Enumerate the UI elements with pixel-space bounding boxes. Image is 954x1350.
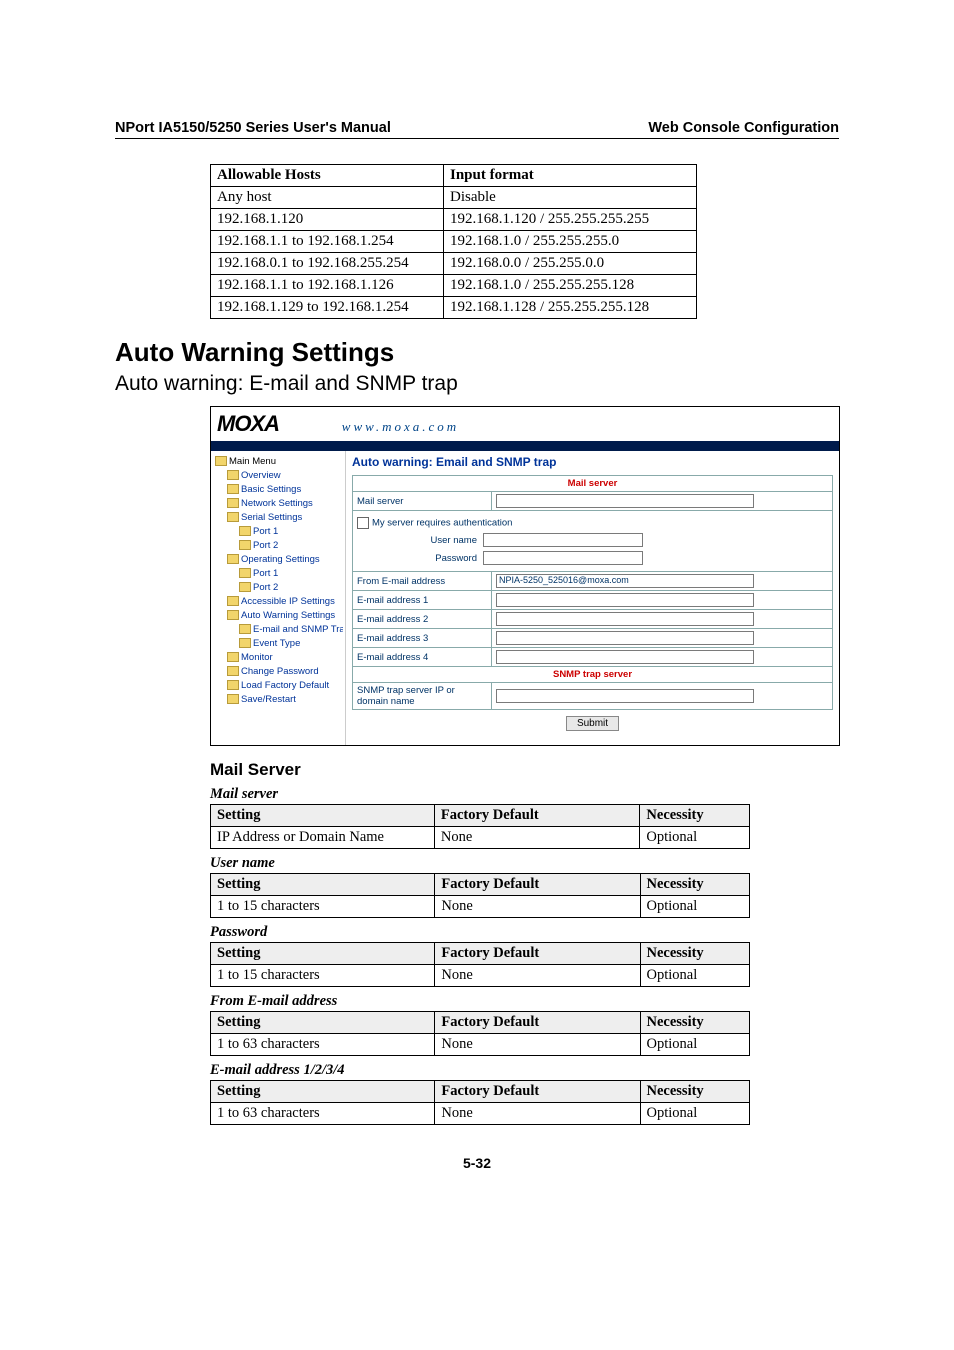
nav-op-port1[interactable]: Port 1 [215, 567, 343, 581]
email3-label: E-mail address 3 [353, 629, 492, 648]
th-format: Input format [444, 165, 697, 187]
nav-auto-warning[interactable]: Auto Warning Settings [215, 609, 343, 623]
nav-change-password[interactable]: Change Password [215, 665, 343, 679]
password-label: Password [357, 553, 483, 564]
mail-server-heading: Mail server [353, 476, 833, 492]
mail-server-section-heading: Mail Server [210, 760, 839, 780]
from-email-input[interactable]: NPIA-5250_525016@moxa.com [496, 574, 754, 588]
nav-tree: Main Menu Overview Basic Settings Networ… [211, 451, 346, 745]
allowable-hosts-table: Allowable Hosts Input format Any hostDis… [210, 164, 697, 319]
table-row: 192.168.1.129 to 192.168.1.254192.168.1.… [211, 297, 697, 319]
nav-network-settings[interactable]: Network Settings [215, 497, 343, 511]
email4-input[interactable] [496, 650, 754, 664]
nav-op-port2[interactable]: Port 2 [215, 581, 343, 595]
snmp-label: SNMP trap server IP or domain name [353, 683, 492, 710]
nav-serial-port1[interactable]: Port 1 [215, 525, 343, 539]
nav-root[interactable]: Main Menu [215, 455, 343, 469]
email2-input[interactable] [496, 612, 754, 626]
section-title: Auto Warning Settings [115, 337, 839, 368]
nav-serial-settings[interactable]: Serial Settings [215, 511, 343, 525]
table-row: 192.168.1.1 to 192.168.1.126192.168.1.0 … [211, 275, 697, 297]
user-name-label: User name [357, 535, 483, 546]
mail-server-input[interactable] [496, 494, 754, 508]
table-row: 192.168.1.1 to 192.168.1.254192.168.1.0 … [211, 231, 697, 253]
nav-email-snmp[interactable]: E-mail and SNMP Trap [215, 623, 343, 637]
setting-title-2: Password [210, 924, 839, 941]
table-row: Any hostDisable [211, 187, 697, 209]
nav-load-factory-default[interactable]: Load Factory Default [215, 679, 343, 693]
setting-table-0: SettingFactory DefaultNecessity IP Addre… [210, 804, 750, 849]
page-header: NPort IA5150/5250 Series User's Manual W… [115, 120, 839, 139]
table-row: 192.168.1.120192.168.1.120 / 255.255.255… [211, 209, 697, 231]
snmp-input[interactable] [496, 689, 754, 703]
auth-row: My server requires authentication User n… [353, 511, 833, 572]
panel-title: Auto warning: Email and SNMP trap [352, 455, 833, 469]
nav-basic-settings[interactable]: Basic Settings [215, 483, 343, 497]
nav-overview[interactable]: Overview [215, 469, 343, 483]
snmp-heading: SNMP trap server [353, 667, 833, 683]
table-row: 192.168.0.1 to 192.168.255.254192.168.0.… [211, 253, 697, 275]
subsection-title: Auto warning: E-mail and SNMP trap [115, 372, 839, 396]
mail-server-label: Mail server [353, 492, 492, 511]
header-left: NPort IA5150/5250 Series User's Manual [115, 120, 391, 136]
email4-label: E-mail address 4 [353, 648, 492, 667]
setting-table-4: SettingFactory DefaultNecessity 1 to 63 … [210, 1080, 750, 1125]
header-right: Web Console Configuration [648, 120, 839, 136]
moxa-logo: MOXA [217, 411, 279, 437]
setting-title-1: User name [210, 855, 839, 872]
user-name-input[interactable] [483, 533, 643, 547]
email3-input[interactable] [496, 631, 754, 645]
setting-table-1: SettingFactory DefaultNecessity 1 to 15 … [210, 873, 750, 918]
page-number: 5-32 [115, 1155, 839, 1171]
nav-serial-port2[interactable]: Port 2 [215, 539, 343, 553]
setting-title-3: From E-mail address [210, 993, 839, 1010]
nav-save-restart[interactable]: Save/Restart [215, 693, 343, 707]
th-allowable: Allowable Hosts [211, 165, 444, 187]
setting-table-2: SettingFactory DefaultNecessity 1 to 15 … [210, 942, 750, 987]
email1-label: E-mail address 1 [353, 591, 492, 610]
web-console-screenshot: MOXA www.moxa.com Main Menu Overview Bas… [210, 406, 840, 746]
password-input[interactable] [483, 551, 643, 565]
email1-input[interactable] [496, 593, 754, 607]
nav-accessible-ip[interactable]: Accessible IP Settings [215, 595, 343, 609]
nav-operating-settings[interactable]: Operating Settings [215, 553, 343, 567]
submit-button[interactable]: Submit [566, 716, 619, 731]
moxa-url: www.moxa.com [342, 419, 459, 434]
nav-monitor[interactable]: Monitor [215, 651, 343, 665]
nav-event-type[interactable]: Event Type [215, 637, 343, 651]
email2-label: E-mail address 2 [353, 610, 492, 629]
setting-title-0: Mail server [210, 786, 839, 803]
header-bar [211, 441, 839, 451]
mail-server-form: Mail server Mail server My server requir… [352, 475, 833, 710]
auth-checkbox[interactable] [357, 517, 369, 529]
setting-title-4: E-mail address 1/2/3/4 [210, 1062, 839, 1079]
setting-table-3: SettingFactory DefaultNecessity 1 to 63 … [210, 1011, 750, 1056]
from-email-label: From E-mail address [353, 572, 492, 591]
